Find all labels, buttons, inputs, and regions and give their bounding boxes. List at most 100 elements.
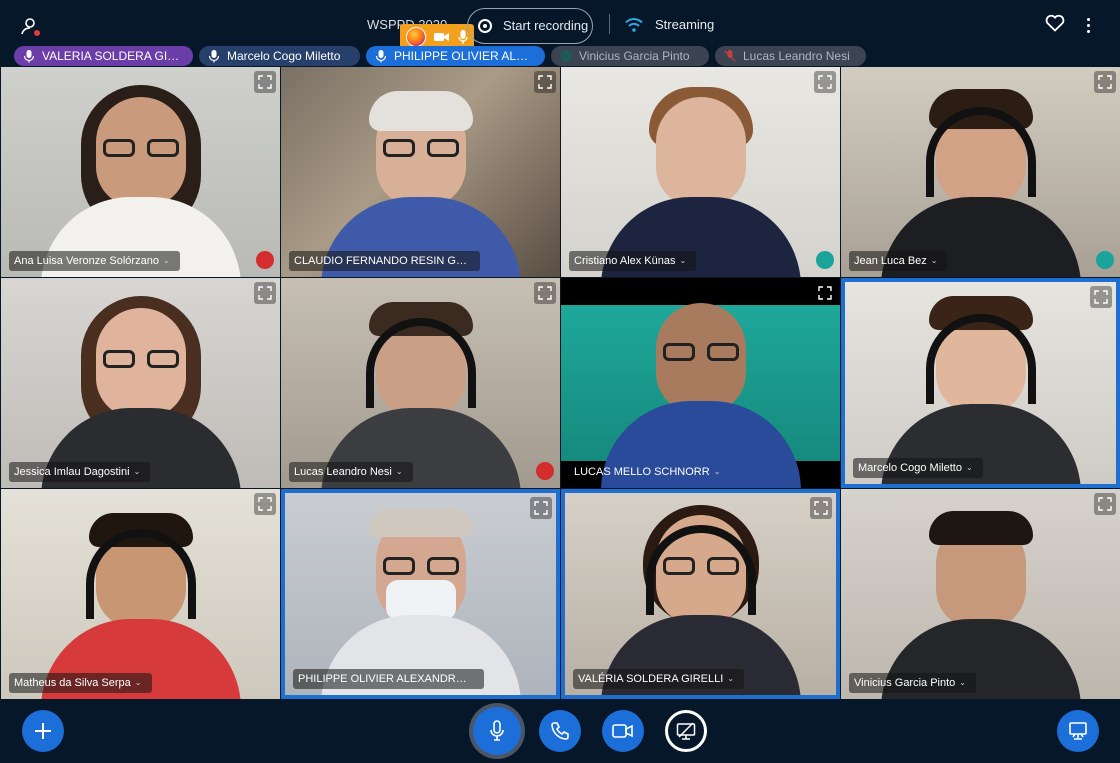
participant-video (880, 77, 1081, 277)
screen-share-button[interactable] (665, 710, 707, 752)
talker-name: Vinicius Garcia Pinto (579, 49, 690, 63)
participant-name[interactable]: Cristiano Alex Künas ⌄ (569, 251, 697, 271)
top-bar: WSPPD 2020 Start recording Streaming (0, 0, 1120, 50)
video-tile[interactable]: Cristiano Alex Künas ⌄ (561, 67, 840, 277)
talker-pill[interactable]: Marcelo Cogo Miletto (199, 46, 360, 66)
participant-name[interactable]: Lucas Leandro Nesi ⌄ (289, 462, 413, 482)
participant-name[interactable]: Jean Luca Bez ⌄ (849, 251, 948, 271)
fullscreen-icon (814, 501, 828, 515)
mic-indicator-icon (458, 30, 468, 44)
video-grid: Ana Luisa Veronze Solórzano ⌄ CLAUDIO FER… (0, 66, 1120, 699)
participant-name[interactable]: LUCAS MELLO SCHNORR ⌄ (569, 462, 730, 482)
favorite-button[interactable] (1045, 14, 1065, 37)
fullscreen-button[interactable] (254, 282, 276, 304)
bottom-controls-bar (0, 698, 1120, 763)
firefox-icon (406, 27, 426, 47)
streaming-button[interactable]: Streaming (625, 17, 714, 32)
phone-icon (551, 722, 569, 740)
fullscreen-button[interactable] (810, 497, 832, 519)
streaming-wifi-icon (625, 17, 643, 32)
participant-video (600, 495, 801, 695)
fullscreen-button[interactable] (1094, 493, 1116, 515)
participant-name[interactable]: VALÉRIA SOLDERA GIRELLI ⌄ (573, 669, 745, 689)
talker-name: Lucas Leandro Nesi (743, 49, 850, 63)
microphone-icon (490, 720, 504, 741)
fullscreen-icon (818, 75, 832, 89)
heart-icon (1045, 14, 1065, 32)
fullscreen-icon (1098, 75, 1112, 89)
video-tile[interactable]: Jean Luca Bez ⌄ (841, 67, 1120, 277)
fullscreen-icon (538, 75, 552, 89)
fullscreen-icon (258, 75, 272, 89)
fullscreen-button[interactable] (814, 282, 836, 304)
participant-name[interactable]: Jessica Imlau Dagostini ⌄ (9, 462, 151, 482)
more-vertical-icon (1087, 18, 1090, 33)
header-divider (609, 14, 610, 34)
talker-pill[interactable]: VALERIA SOLDERA GI… (14, 46, 193, 66)
video-tile[interactable]: Lucas Leandro Nesi ⌄ (281, 278, 560, 488)
fullscreen-icon (818, 286, 832, 300)
microphone-icon (208, 50, 220, 63)
share-webcam-button[interactable] (602, 710, 644, 752)
user-icon (21, 18, 40, 36)
presentation-icon (1069, 722, 1087, 740)
participant-video (40, 77, 241, 277)
participant-video (880, 284, 1081, 484)
video-tile[interactable]: Ana Luisa Veronze Solórzano ⌄ (1, 67, 280, 277)
actions-button[interactable] (22, 710, 64, 752)
plus-icon (35, 723, 51, 739)
fullscreen-button[interactable] (530, 497, 552, 519)
fullscreen-button[interactable] (1090, 286, 1112, 308)
video-tile[interactable]: Vinicius Garcia Pinto ⌄ (841, 489, 1120, 699)
fullscreen-icon (1098, 497, 1112, 511)
fullscreen-button[interactable] (254, 493, 276, 515)
participant-name[interactable]: PHILIPPE OLIVIER ALEXANDRE N…⌄ (293, 669, 484, 689)
talker-name: Marcelo Cogo Miletto (227, 49, 341, 63)
listen-only-icon (816, 251, 834, 269)
listen-only-icon (560, 50, 572, 62)
participant-name[interactable]: Matheus da Silva Serpa ⌄ (9, 673, 152, 693)
video-tile[interactable]: Marcelo Cogo Miletto ⌄ (841, 278, 1120, 488)
video-tile[interactable]: PHILIPPE OLIVIER ALEXANDRE N…⌄ (281, 489, 560, 699)
participant-name[interactable]: CLAUDIO FERNANDO RESIN GEYER⌄ (289, 251, 480, 271)
fullscreen-button[interactable] (534, 282, 556, 304)
record-icon (478, 19, 492, 33)
leave-audio-button[interactable] (539, 710, 581, 752)
microphone-icon (375, 50, 387, 63)
participant-name[interactable]: Ana Luisa Veronze Solórzano ⌄ (9, 251, 180, 271)
fullscreen-icon (258, 286, 272, 300)
more-options-button[interactable] (1087, 18, 1090, 36)
talker-pill[interactable]: PHILIPPE OLIVIER AL… (366, 46, 545, 66)
participant-video (320, 288, 521, 488)
fullscreen-icon (538, 286, 552, 300)
video-tile[interactable]: CLAUDIO FERNANDO RESIN GEYER⌄ (281, 67, 560, 277)
mute-microphone-button[interactable] (473, 707, 521, 755)
screen-share-icon (676, 722, 696, 740)
presentation-button[interactable] (1057, 710, 1099, 752)
participant-video (600, 77, 801, 277)
listen-only-icon (1096, 251, 1114, 269)
fullscreen-button[interactable] (254, 71, 276, 93)
participant-video (320, 495, 521, 695)
start-recording-button[interactable]: Start recording (467, 8, 593, 44)
participant-video (40, 499, 241, 699)
fullscreen-icon (258, 497, 272, 511)
video-tile[interactable]: VALÉRIA SOLDERA GIRELLI ⌄ (561, 489, 840, 699)
fullscreen-button[interactable] (814, 71, 836, 93)
fullscreen-button[interactable] (534, 71, 556, 93)
video-tile[interactable]: Matheus da Silva Serpa ⌄ (1, 489, 280, 699)
streaming-label: Streaming (655, 17, 715, 32)
fullscreen-button[interactable] (1094, 71, 1116, 93)
talker-pill[interactable]: Lucas Leandro Nesi (715, 46, 866, 66)
talker-pill[interactable]: Vinicius Garcia Pinto (551, 46, 709, 66)
talker-name: VALERIA SOLDERA GI… (42, 49, 180, 63)
video-camera-icon (612, 724, 633, 738)
video-tile[interactable]: LUCAS MELLO SCHNORR ⌄ (561, 278, 840, 488)
video-tile[interactable]: Jessica Imlau Dagostini ⌄ (1, 278, 280, 488)
participant-video (320, 77, 521, 277)
fullscreen-icon (534, 501, 548, 515)
microphone-icon (23, 50, 35, 63)
participant-name[interactable]: Marcelo Cogo Miletto ⌄ (853, 458, 983, 478)
participant-name[interactable]: Vinicius Garcia Pinto ⌄ (849, 673, 976, 693)
user-list-toggle[interactable] (18, 14, 42, 38)
